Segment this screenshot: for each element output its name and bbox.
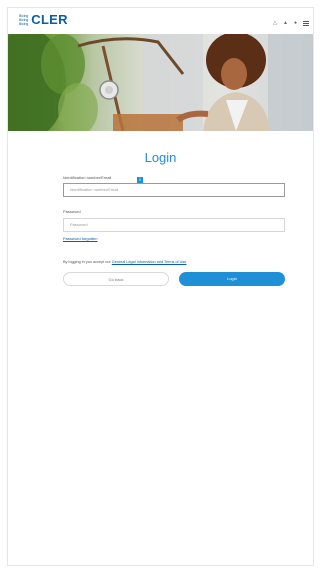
woman-with-bicycle-photo bbox=[8, 34, 313, 131]
brand-tagline: Bicing Bicing Bicing bbox=[19, 14, 28, 26]
brand-logo[interactable]: Bicing Bicing Bicing CLER bbox=[19, 12, 68, 27]
header: Bicing Bicing Bicing CLER △ ▲ ● bbox=[8, 8, 313, 34]
terms-prefix: By logging in you accept our bbox=[63, 260, 111, 264]
brand-name: CLER bbox=[31, 12, 68, 27]
page-title: Login bbox=[144, 150, 177, 165]
password-input[interactable]: Password bbox=[63, 218, 285, 232]
go-back-button[interactable]: Go back bbox=[63, 272, 169, 286]
terms-text: By logging in you accept our General Leg… bbox=[63, 260, 186, 264]
header-icons: △ ▲ ● bbox=[273, 20, 309, 26]
font-size-icon[interactable]: ▲ bbox=[283, 20, 288, 26]
page-frame: Bicing Bicing Bicing CLER △ ▲ ● Login Id… bbox=[7, 7, 314, 566]
language-icon[interactable]: ● bbox=[294, 20, 297, 26]
password-field-label: Password bbox=[63, 209, 81, 214]
forgot-password-link[interactable]: Password forgotten bbox=[63, 236, 97, 241]
terms-link[interactable]: General Legal Information and Terms of U… bbox=[112, 260, 187, 264]
brand-tagline-line: Bicing bbox=[19, 21, 29, 26]
accessibility-icon[interactable]: △ bbox=[273, 20, 277, 26]
menu-icon[interactable] bbox=[303, 20, 309, 26]
login-button[interactable]: Login bbox=[179, 272, 285, 286]
id-field-label: Identification number/Email bbox=[63, 175, 112, 180]
id-email-input[interactable]: Identification number/Email bbox=[63, 183, 285, 197]
hero-image bbox=[8, 34, 313, 131]
